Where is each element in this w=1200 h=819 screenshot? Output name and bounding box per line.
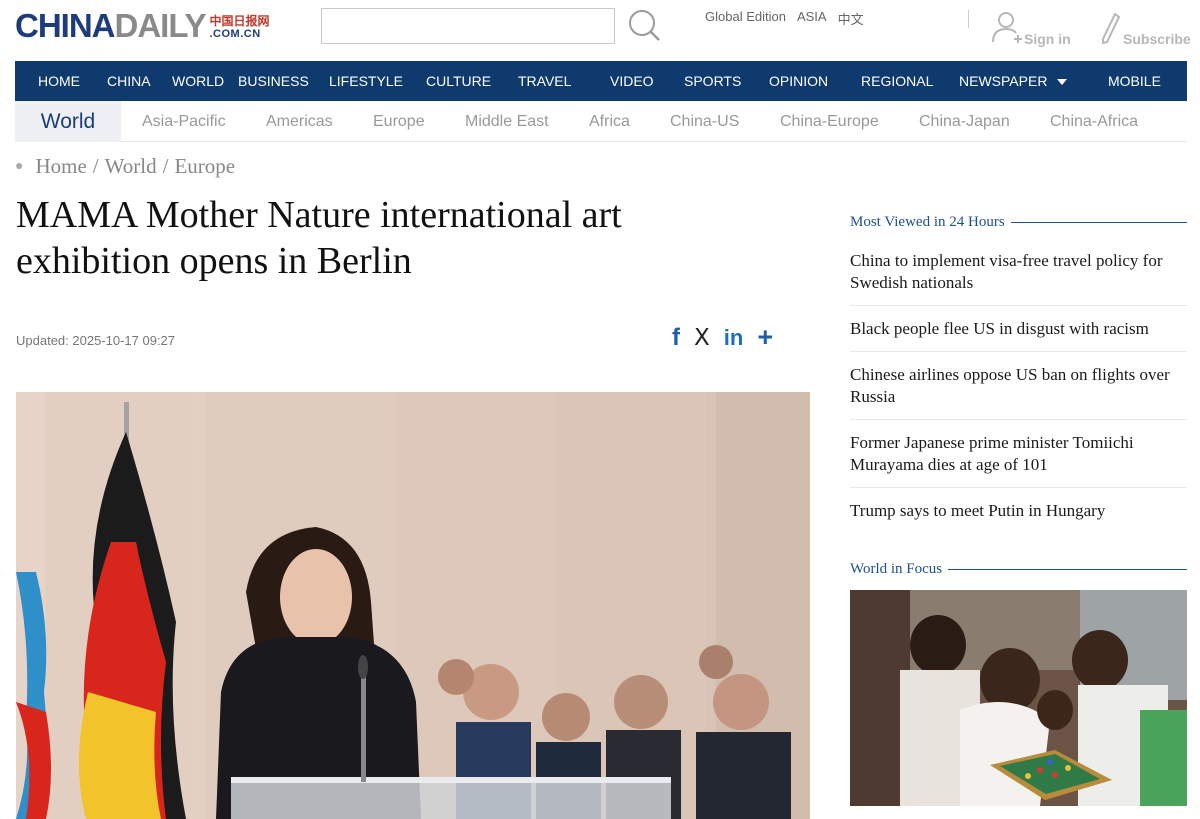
breadcrumb-home[interactable]: Home	[35, 154, 86, 179]
nav-newspaper-label: NEWSPAPER	[959, 73, 1048, 89]
edition-global-link[interactable]: Global Edition	[705, 9, 786, 28]
edition-links: Global Edition ASIA 中文	[705, 9, 864, 28]
logo-domain-text: .COM.CN	[209, 28, 261, 40]
subnav-middle-east[interactable]: Middle East	[465, 101, 549, 142]
search-icon[interactable]	[627, 8, 661, 42]
pen-icon	[1101, 12, 1121, 47]
subnav-americas[interactable]: Americas	[266, 101, 333, 142]
chevron-down-icon	[1057, 79, 1068, 86]
logo-daily-text: DAILY	[114, 7, 207, 44]
plus-icon[interactable]: +	[757, 322, 773, 353]
nav-china[interactable]: CHINA	[107, 61, 151, 101]
subnav-china-us[interactable]: China-US	[670, 101, 739, 142]
logo-china-text: CHINA	[15, 7, 115, 44]
site-header: CHINA DAILY 中国日报网 .COM.CN Global Edition…	[0, 0, 1200, 60]
subscribe-label: Subscribe	[1123, 31, 1191, 47]
nav-culture[interactable]: CULTURE	[426, 61, 491, 101]
header-divider	[968, 10, 969, 28]
nav-newspaper[interactable]: NEWSPAPER	[959, 61, 1068, 101]
world-in-focus-title: World in Focus	[850, 561, 943, 577]
sign-in-button[interactable]: Sign in	[990, 10, 1071, 47]
most-viewed-item[interactable]: Trump says to meet Putin in Hungary	[850, 488, 1187, 533]
most-viewed-item[interactable]: Chinese airlines oppose US ban on flight…	[850, 352, 1187, 420]
most-viewed-item[interactable]: China to implement visa-free travel poli…	[850, 238, 1187, 306]
logo-side: 中国日报网 .COM.CN	[209, 14, 270, 41]
edition-chinese-link[interactable]: 中文	[838, 9, 864, 28]
header-rule	[948, 569, 1187, 570]
breadcrumb: ● Home / World / Europe	[15, 154, 235, 179]
nav-sports[interactable]: SPORTS	[684, 61, 741, 101]
edition-asia-link[interactable]: ASIA	[797, 9, 827, 28]
most-viewed-list: China to implement visa-free travel poli…	[850, 238, 1187, 533]
facebook-icon[interactable]: f	[672, 324, 680, 352]
article-photo	[16, 392, 810, 819]
subnav-china-europe[interactable]: China-Europe	[780, 101, 879, 142]
subnav-china-japan[interactable]: China-Japan	[919, 101, 1010, 142]
breadcrumb-europe[interactable]: Europe	[174, 154, 235, 179]
breadcrumb-separator: /	[92, 154, 99, 178]
nav-regional[interactable]: REGIONAL	[861, 61, 933, 101]
most-viewed-item[interactable]: Former Japanese prime minister Tomiichi …	[850, 420, 1187, 488]
world-in-focus-photo[interactable]	[850, 590, 1187, 806]
article-updated-time: Updated: 2025-10-17 09:27	[16, 333, 176, 348]
nav-travel[interactable]: TRAVEL	[518, 61, 571, 101]
most-viewed-item[interactable]: Black people flee US in disgust with rac…	[850, 306, 1187, 352]
nav-opinion[interactable]: OPINION	[769, 61, 828, 101]
subnav-africa[interactable]: Africa	[589, 101, 630, 142]
nav-business[interactable]: BUSINESS	[238, 61, 309, 101]
nav-mobile[interactable]: MOBILE	[1108, 61, 1161, 101]
nav-lifestyle[interactable]: LIFESTYLE	[329, 61, 403, 101]
share-bar: f X in +	[672, 322, 773, 353]
subnav-asia-pacific[interactable]: Asia-Pacific	[142, 101, 226, 142]
world-in-focus-header: World in Focus	[850, 561, 1187, 578]
search-input[interactable]	[321, 8, 615, 44]
nav-world[interactable]: WORLD	[172, 61, 224, 101]
subnav-current-section[interactable]: World	[15, 101, 121, 142]
most-viewed-title: Most Viewed in 24 Hours	[850, 214, 1005, 230]
nav-home[interactable]: HOME	[38, 61, 80, 101]
article-photo-illustration	[16, 392, 810, 819]
linkedin-icon[interactable]: in	[724, 325, 744, 351]
breadcrumb-separator: /	[162, 154, 169, 178]
subnav-china-africa[interactable]: China-Africa	[1050, 101, 1138, 142]
breadcrumb-world[interactable]: World	[105, 154, 157, 179]
user-plus-icon	[990, 10, 1022, 47]
main-navigation: HOME CHINA WORLD BUSINESS LIFESTYLE CULT…	[15, 61, 1187, 101]
nav-video[interactable]: VIDEO	[610, 61, 654, 101]
x-icon[interactable]: X	[694, 325, 710, 351]
most-viewed-header: Most Viewed in 24 Hours	[850, 214, 1187, 231]
subnav-europe[interactable]: Europe	[373, 101, 425, 142]
section-subnav: World Asia-Pacific Americas Europe Middl…	[15, 101, 1187, 142]
site-logo[interactable]: CHINA DAILY 中国日报网 .COM.CN	[15, 8, 270, 44]
logo-chinese-text: 中国日报网	[209, 14, 270, 28]
article-headline: MAMA Mother Nature international art exh…	[16, 194, 622, 282]
focus-photo-illustration	[850, 590, 1187, 806]
bullet-icon: ●	[15, 158, 24, 174]
header-rule	[1010, 222, 1187, 223]
subscribe-button[interactable]: Subscribe	[1101, 12, 1191, 47]
sign-in-label: Sign in	[1024, 31, 1071, 47]
